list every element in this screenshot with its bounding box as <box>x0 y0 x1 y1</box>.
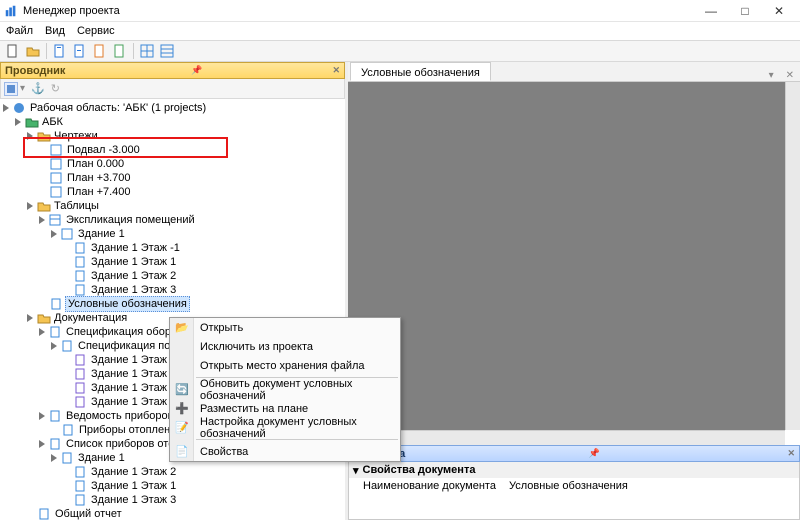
props-icon: 📄 <box>174 444 190 460</box>
viewer-pane: Условные обозначения ▾ ✕ Свойства 📌 ✕ ▾ … <box>348 62 800 520</box>
tree-mode-icon[interactable] <box>4 82 18 96</box>
tree-item[interactable]: Здание 1 Этаж 3 <box>91 493 176 507</box>
props-group[interactable]: ▾ Свойства документа <box>349 462 799 478</box>
tb-new-icon[interactable] <box>4 42 22 60</box>
plan-icon <box>50 144 64 156</box>
settings-icon: 📝 <box>174 420 190 436</box>
place-icon: ➕ <box>174 401 190 417</box>
toolbar <box>0 40 800 62</box>
tree-item[interactable]: Здание 1 Этаж -1 <box>91 241 180 255</box>
props-row: Наименование документа Условные обозначе… <box>349 478 799 494</box>
tree-item[interactable]: План 0.000 <box>67 157 124 171</box>
tree-symbols-selected[interactable]: Условные обозначения <box>65 296 190 312</box>
tree-item[interactable]: Здание 1 Этаж 2 <box>91 381 176 395</box>
menu-file[interactable]: Файл <box>6 25 33 37</box>
menu-service[interactable]: Сервис <box>77 25 115 37</box>
close-button[interactable]: ✕ <box>762 1 796 21</box>
ctx-openloc[interactable]: Открыть место хранения файла <box>170 356 400 375</box>
maximize-button[interactable]: □ <box>728 1 762 21</box>
tree-item[interactable]: Здание 1 Этаж 2 <box>91 465 176 479</box>
tree-item[interactable]: Здание 1 Этаж 1 <box>91 367 176 381</box>
explorer-toolbar: ▾ ⚓ ↻ <box>0 79 345 99</box>
tree-item[interactable]: Здание 1 Этаж 3 <box>91 395 176 409</box>
folder-icon <box>37 130 51 142</box>
anchor-icon[interactable]: ⚓ <box>31 82 45 95</box>
tb-doc4-icon[interactable] <box>111 42 129 60</box>
table-icon <box>49 214 63 226</box>
explorer-title-text: Проводник <box>5 65 65 77</box>
tree-item[interactable]: Приборы отопления <box>79 423 182 437</box>
tb-sep <box>46 43 47 59</box>
props-group-label: Свойства документа <box>363 464 476 476</box>
tree-item[interactable]: Здание 1 Этаж 1 <box>91 255 176 269</box>
tree-item[interactable]: Здание 1 Этаж -1 <box>91 353 180 367</box>
tree-tables[interactable]: Таблицы <box>54 199 99 213</box>
props-value[interactable]: Условные обозначения <box>509 480 628 492</box>
tree-item[interactable]: План +3.700 <box>67 171 131 185</box>
tree-item[interactable]: Подвал -3.000 <box>67 143 140 157</box>
explorer-title: Проводник 📌 ✕ <box>0 62 345 79</box>
menu-view[interactable]: Вид <box>45 25 65 37</box>
tb-doc1-icon[interactable] <box>51 42 69 60</box>
tab-dropdown-icon[interactable]: ▾ <box>763 70 780 81</box>
menubar: Файл Вид Сервис <box>0 22 800 40</box>
tree-item[interactable]: Общий отчет <box>55 507 122 520</box>
tb-sep <box>133 43 134 59</box>
ctx-props[interactable]: 📄Свойства <box>170 442 400 461</box>
titlebar: Менеджер проекта — □ ✕ <box>0 0 800 22</box>
ctx-exclude[interactable]: Исключить из проекта <box>170 337 400 356</box>
props-key: Наименование документа <box>349 480 509 492</box>
scrollbar-vertical[interactable] <box>785 82 800 430</box>
ctx-open[interactable]: 📂Открыть <box>170 318 400 337</box>
tab-close-icon[interactable]: ✕ <box>780 70 800 81</box>
tb-open-icon[interactable] <box>24 42 42 60</box>
tree-drawings[interactable]: Чертежи <box>54 129 98 143</box>
tb-doc2-icon[interactable] <box>71 42 89 60</box>
tree-item[interactable]: Здание 1 Этаж 2 <box>91 269 176 283</box>
project-icon <box>25 116 39 128</box>
pin-icon[interactable]: 📌 <box>191 65 202 76</box>
tb-grid-icon[interactable] <box>138 42 156 60</box>
tab-symbols[interactable]: Условные обозначения <box>350 62 491 81</box>
tree-item[interactable]: Здание 1 <box>78 451 125 465</box>
refresh-icon[interactable]: ↻ <box>51 82 60 95</box>
close-pane-icon[interactable]: ✕ <box>332 65 340 76</box>
app-icon <box>4 5 18 17</box>
open-icon: 📂 <box>174 320 190 336</box>
tree-item[interactable]: Здание 1 <box>78 227 125 241</box>
canvas <box>348 82 800 430</box>
workspace-icon <box>13 102 27 114</box>
tree-item[interactable]: Здание 1 Этаж 1 <box>91 479 176 493</box>
tab-label: Условные обозначения <box>361 67 480 79</box>
tree-item[interactable]: Экспликация помещений <box>66 213 195 227</box>
tb-grid2-icon[interactable] <box>158 42 176 60</box>
context-menu: 📂Открыть Исключить из проекта Открыть ме… <box>169 317 401 462</box>
ctx-settings[interactable]: 📝Настройка документ условных обозначений <box>170 418 400 437</box>
tb-doc3-icon[interactable] <box>91 42 109 60</box>
refresh-icon: 🔄 <box>174 382 190 398</box>
properties-pane: Свойства 📌 ✕ ▾ Свойства документа Наимен… <box>348 445 800 520</box>
twisty-icon[interactable] <box>2 104 11 113</box>
tree-item[interactable]: План +7.400 <box>67 185 131 199</box>
tree-project[interactable]: АБК <box>42 115 63 129</box>
tree-docs[interactable]: Документация <box>54 311 127 325</box>
scrollbar-horizontal[interactable] <box>348 430 785 445</box>
collapse-icon[interactable]: ▾ <box>353 464 359 477</box>
props-title: Свойства 📌 ✕ <box>348 445 800 462</box>
tree-root[interactable]: Рабочая область: 'АБК' (1 projects) <box>30 101 206 115</box>
tabbar: Условные обозначения ▾ ✕ <box>348 62 800 82</box>
minimize-button[interactable]: — <box>694 1 728 21</box>
pin-icon[interactable]: 📌 <box>589 448 600 459</box>
window-title: Менеджер проекта <box>21 5 694 17</box>
ctx-update[interactable]: 🔄Обновить документ условных обозначений <box>170 380 400 399</box>
close-pane-icon[interactable]: ✕ <box>787 448 795 459</box>
symbols-icon <box>50 298 64 310</box>
tree-item[interactable]: Здание 1 Этаж 3 <box>91 283 176 297</box>
